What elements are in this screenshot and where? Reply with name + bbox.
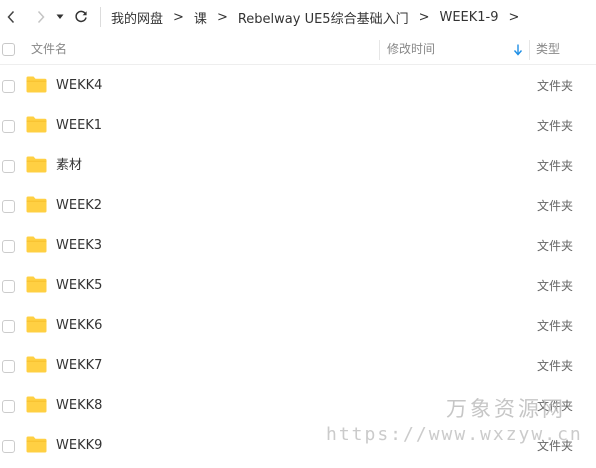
folder-icon xyxy=(26,76,47,93)
file-name[interactable]: WEEK1 xyxy=(56,106,102,146)
row-checkbox[interactable] xyxy=(2,160,15,173)
file-row[interactable]: 素材 文件夹 xyxy=(0,146,596,186)
breadcrumb-item-course[interactable]: 课 xyxy=(194,8,207,27)
breadcrumb-separator: > xyxy=(216,9,228,25)
row-checkbox[interactable] xyxy=(2,200,15,213)
file-name[interactable]: WEEK2 xyxy=(56,186,102,226)
row-checkbox[interactable] xyxy=(2,360,15,373)
row-checkbox[interactable] xyxy=(2,320,15,333)
row-checkbox[interactable] xyxy=(2,440,15,453)
file-row[interactable]: WEEK2 文件夹 xyxy=(0,186,596,226)
navigation-bar: 我的网盘 > 课 > Rebelway UE5综合基础入门 > WEEK1-9 … xyxy=(0,0,596,34)
file-row[interactable]: WEKK5 文件夹 xyxy=(0,266,596,306)
column-divider[interactable] xyxy=(529,40,530,60)
folder-icon xyxy=(26,396,47,413)
column-divider[interactable] xyxy=(379,40,380,60)
sort-descending-icon[interactable] xyxy=(513,44,523,56)
back-button[interactable] xyxy=(0,0,22,34)
row-checkbox[interactable] xyxy=(2,80,15,93)
refresh-button[interactable] xyxy=(70,0,92,34)
folder-icon xyxy=(26,196,47,213)
refresh-icon xyxy=(75,10,87,23)
file-name[interactable]: WEKK7 xyxy=(56,346,102,386)
breadcrumb-separator: > xyxy=(418,9,430,25)
file-row[interactable]: WEKK6 文件夹 xyxy=(0,306,596,346)
file-type: 文件夹 xyxy=(537,359,574,373)
breadcrumb-item-rebelway[interactable]: Rebelway UE5综合基础入门 xyxy=(238,8,409,27)
column-header-type[interactable]: 类型 xyxy=(536,34,560,65)
breadcrumb-item-my-drive[interactable]: 我的网盘 xyxy=(111,8,163,27)
file-type: 文件夹 xyxy=(537,319,574,333)
row-checkbox[interactable] xyxy=(2,240,15,253)
file-name[interactable]: WEKK6 xyxy=(56,306,102,346)
folder-icon xyxy=(26,356,47,373)
folder-icon xyxy=(26,316,47,333)
file-name[interactable]: WEKK5 xyxy=(56,266,102,306)
history-dropdown-button[interactable] xyxy=(52,0,68,34)
chevron-left-icon xyxy=(7,10,15,24)
toolbar-divider xyxy=(100,7,101,27)
breadcrumb: 我的网盘 > 课 > Rebelway UE5综合基础入门 > WEEK1-9 … xyxy=(111,8,529,27)
file-name[interactable]: 素材 xyxy=(56,146,82,186)
forward-button[interactable] xyxy=(30,0,52,34)
file-row[interactable]: WEEK3 文件夹 xyxy=(0,226,596,266)
file-name[interactable]: WEKK8 xyxy=(56,386,102,426)
file-type: 文件夹 xyxy=(537,119,574,133)
column-header-modified[interactable]: 修改时间 xyxy=(387,34,435,65)
row-checkbox[interactable] xyxy=(2,280,15,293)
select-all-checkbox[interactable] xyxy=(2,43,15,56)
row-checkbox[interactable] xyxy=(2,120,15,133)
file-type: 文件夹 xyxy=(537,159,574,173)
caret-down-icon xyxy=(56,14,64,19)
file-row[interactable]: WEKK4 文件夹 xyxy=(0,66,596,106)
watermark-title: 万象资源网 xyxy=(446,397,566,421)
breadcrumb-separator: > xyxy=(508,9,520,25)
breadcrumb-item-week1-9[interactable]: WEEK1-9 xyxy=(439,10,498,25)
breadcrumb-separator: > xyxy=(173,9,184,25)
file-type: 文件夹 xyxy=(537,239,574,253)
file-name[interactable]: WEEK3 xyxy=(56,226,102,266)
folder-icon xyxy=(26,156,47,173)
row-checkbox[interactable] xyxy=(2,400,15,413)
file-row[interactable]: WEEK1 文件夹 xyxy=(0,106,596,146)
file-name[interactable]: WEKK9 xyxy=(56,426,102,466)
column-header-name[interactable]: 文件名 xyxy=(31,34,67,65)
file-type: 文件夹 xyxy=(537,279,574,293)
file-row[interactable]: WEKK7 文件夹 xyxy=(0,346,596,386)
chevron-right-icon xyxy=(37,10,45,24)
file-name[interactable]: WEKK4 xyxy=(56,66,102,106)
folder-icon xyxy=(26,116,47,133)
watermark-url: https://www.wxzyw.cn xyxy=(326,424,583,445)
folder-icon xyxy=(26,236,47,253)
folder-icon xyxy=(26,276,47,293)
file-type: 文件夹 xyxy=(537,199,574,213)
folder-icon xyxy=(26,436,47,453)
file-list-header: 文件名 修改时间 类型 xyxy=(0,34,596,65)
file-type: 文件夹 xyxy=(537,79,574,93)
